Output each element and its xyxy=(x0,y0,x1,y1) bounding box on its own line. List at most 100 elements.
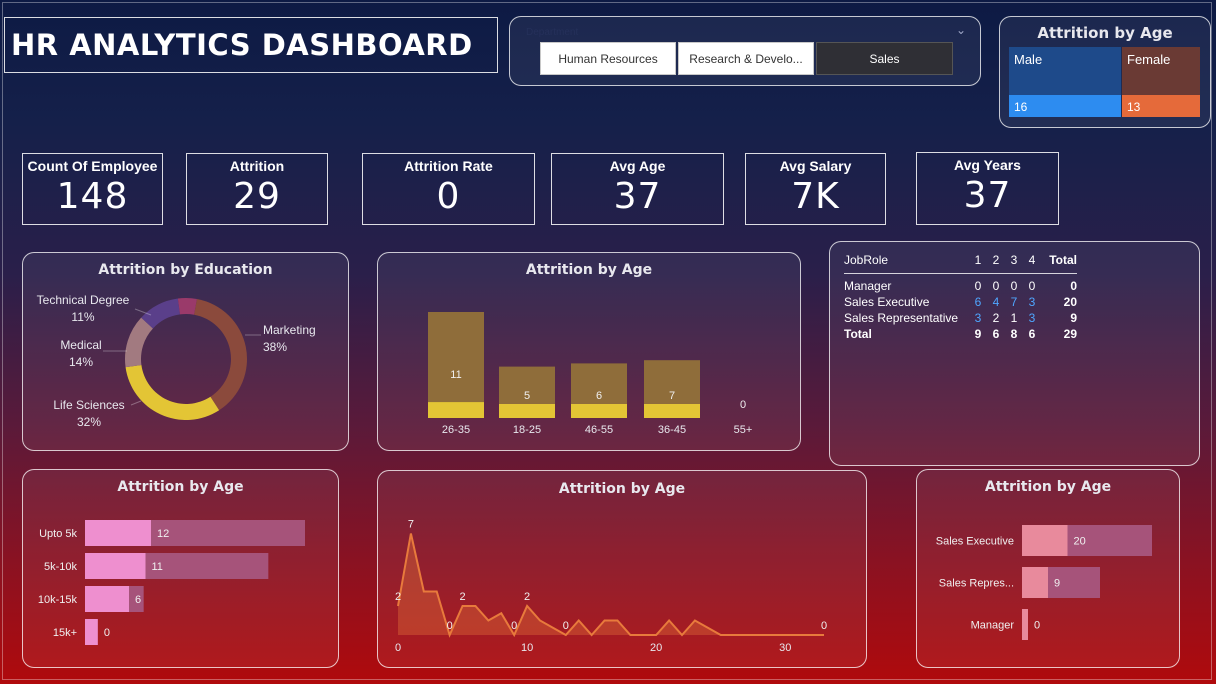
matrix-cell-total: 29 xyxy=(1063,327,1077,341)
hbar-category-label: 10k-15k xyxy=(38,594,78,606)
area-x-tick-label: 20 xyxy=(650,642,662,654)
matrix-cell: 6 xyxy=(1028,327,1036,341)
kpi-avg-salary: Avg Salary 7K xyxy=(745,153,886,225)
hbar-attrition xyxy=(85,586,129,612)
donut-category-label: Marketing xyxy=(263,323,316,337)
jobrole-matrix: JobRole 1 2 3 4 Total Manager 0 0 0 0 0 … xyxy=(844,252,1077,342)
matrix-cell: 2 xyxy=(992,311,1000,325)
age-bar-data-label: 0 xyxy=(740,399,746,411)
hbar-attrition xyxy=(85,619,98,645)
age-bar-data-label: 6 xyxy=(596,390,602,402)
gender-treemap-panel: Attrition by Age Male 16 Female 13 xyxy=(999,16,1211,128)
slicer-option-sales[interactable]: Sales xyxy=(816,42,953,75)
age-bar-attrition xyxy=(571,404,627,418)
age-bar-data-label: 11 xyxy=(450,369,461,381)
age-bar-attrition xyxy=(428,402,484,418)
hbar-attrition xyxy=(85,553,146,579)
matrix-cell: 3 xyxy=(974,311,982,325)
matrix-cell: 6 xyxy=(974,295,982,309)
hbar-category-label: Sales Executive xyxy=(936,536,1014,548)
hbar-category-label: Sales Repres... xyxy=(939,578,1014,590)
age-bar-tick-label: 46-55 xyxy=(585,424,613,436)
slicer-label: Department xyxy=(526,27,579,38)
male-label: Male xyxy=(1014,52,1043,67)
donut-leader-line xyxy=(130,400,142,406)
matrix-cell: Sales Executive xyxy=(844,295,930,309)
age-bar-data-label: 7 xyxy=(669,390,675,402)
hbar-category-label: Upto 5k xyxy=(39,528,77,540)
donut-category-label: Life Sciences xyxy=(53,398,124,412)
male-value-bar: 16 xyxy=(1009,95,1121,117)
kpi-label: Count Of Employee xyxy=(27,158,158,174)
donut-slice xyxy=(124,317,153,368)
area-point-label: 0 xyxy=(447,620,453,632)
kpi-value: 37 xyxy=(963,175,1012,216)
matrix-cell: 7 xyxy=(1010,295,1018,309)
age-bar-chart: 11 26-35 5 18-25 6 46-55 7 36-45 0 55+ xyxy=(428,312,752,436)
matrix-header-jobrole: JobRole xyxy=(844,253,889,267)
matrix-row-sales-executive: Sales Executive 6 4 7 3 20 xyxy=(844,294,1077,310)
age-bar-attrition xyxy=(644,404,700,418)
area-x-tick-label: 0 xyxy=(395,642,401,654)
education-donut-chart: Marketing 38% Life Sciences 32% Medical 14% Te… xyxy=(37,293,316,429)
slicer-option-research-development[interactable]: Research & Develo... xyxy=(678,42,814,75)
salary-bar-panel: Attrition by Age Upto 5k 12 5k-10k 11 10k-15… xyxy=(22,469,339,668)
area-point-label: 0 xyxy=(563,620,569,632)
matrix-row-sales-representative: Sales Representative 3 2 1 3 9 xyxy=(844,310,1077,326)
area-point-label: 2 xyxy=(395,591,401,603)
kpi-label: Avg Years xyxy=(954,157,1021,173)
donut-percent-label: 32% xyxy=(77,415,101,429)
male-tile[interactable]: Male 16 xyxy=(1009,47,1121,117)
matrix-cell: 0 xyxy=(1028,279,1036,293)
kpi-label: Avg Age xyxy=(609,158,666,174)
area-x-tick-label: 30 xyxy=(779,642,791,654)
donut-percent-label: 11% xyxy=(71,310,94,324)
matrix-header-col: 3 xyxy=(1010,253,1018,267)
area-chart: 2702020 00 10 20 30 xyxy=(395,519,827,655)
dashboard-title-box: HR ANALYTICS DASHBOARD xyxy=(4,17,498,73)
donut-category-label: Technical Degree xyxy=(37,293,130,307)
kpi-avg-age: Avg Age 37 xyxy=(551,153,724,225)
area-point-label: 7 xyxy=(408,519,414,531)
hbar-attrition xyxy=(85,520,151,546)
hbar-data-label: 12 xyxy=(157,528,169,540)
donut-slice xyxy=(177,298,197,315)
area-point-label: 2 xyxy=(524,591,530,603)
kpi-label: Attrition xyxy=(229,158,285,174)
hbar-data-label: 9 xyxy=(1054,578,1060,590)
matrix-header-col: 4 xyxy=(1028,253,1036,267)
matrix-row-total: Total 9 6 8 6 29 xyxy=(844,326,1077,342)
hbar-data-label: 11 xyxy=(152,561,163,573)
dashboard-title: HR ANALYTICS DASHBOARD xyxy=(11,28,473,62)
matrix-header-col: 1 xyxy=(974,253,982,267)
area-point-label: 0 xyxy=(511,620,517,632)
matrix-cell: Sales Representative xyxy=(844,311,959,325)
matrix-cell: 4 xyxy=(992,295,1000,309)
area-x-tick-label: 10 xyxy=(521,642,533,654)
area-chart-panel: Attrition by Age 2 7 0 2 0 2 0 0 0 10 20 30 xyxy=(377,470,867,668)
age-bar-attrition xyxy=(499,404,555,418)
matrix-cell: 1 xyxy=(1010,311,1018,325)
kpi-attrition: Attrition 29 xyxy=(186,153,328,225)
matrix-cell: Manager xyxy=(844,279,892,293)
education-donut-panel: Attrition by Education Marketing 38% Life … xyxy=(22,252,349,451)
matrix-cell: 0 xyxy=(992,279,1000,293)
matrix-header-total: Total xyxy=(1049,253,1077,267)
salary-bar-chart: Upto 5k 12 5k-10k 11 10k-15k 6 15k+ 0 xyxy=(38,520,305,645)
donut-slice xyxy=(125,365,220,420)
kpi-attrition-rate: Attrition Rate 0 xyxy=(362,153,535,225)
kpi-value: 7K xyxy=(791,176,840,217)
female-tile[interactable]: Female 13 xyxy=(1122,47,1200,117)
female-label: Female xyxy=(1127,52,1171,67)
age-bar-tick-label: 26-35 xyxy=(442,424,470,436)
matrix-cell-total: 20 xyxy=(1063,295,1077,309)
slicer-option-human-resources[interactable]: Human Resources xyxy=(540,42,676,75)
kpi-value: 37 xyxy=(613,176,662,217)
hbar-category-label: 15k+ xyxy=(53,627,77,639)
hbar-data-label: 6 xyxy=(135,594,141,606)
jobrole-bar-chart: Sales Executive 20 Sales Repres... 9 Manager… xyxy=(936,525,1152,640)
chevron-down-icon[interactable]: ⌄ xyxy=(956,23,966,37)
matrix-cell-total: 9 xyxy=(1070,311,1077,325)
kpi-value: 148 xyxy=(56,176,129,217)
matrix-cell: 9 xyxy=(974,327,982,341)
